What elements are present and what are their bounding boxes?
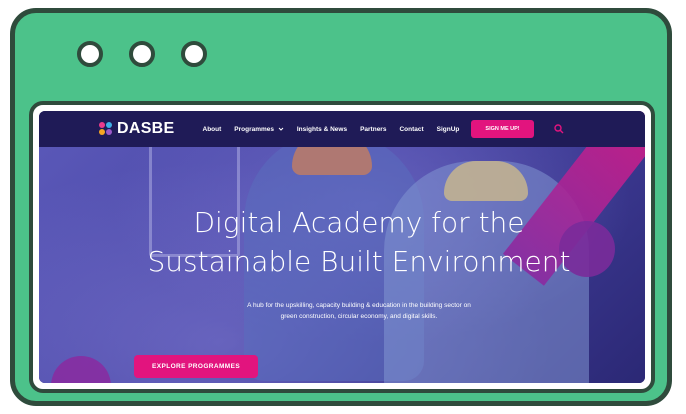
nav-menu: About Programmes Insights & News Partner…	[203, 126, 460, 133]
logo-icon	[99, 122, 113, 136]
logo-text: DASBE	[117, 120, 175, 137]
hero-subtitle: A hub for the upskilling, capacity build…	[247, 302, 471, 320]
website: DASBE About Programmes Insights & News P…	[39, 111, 645, 383]
explore-programmes-button[interactable]: EXPLORE PROGRAMMES	[134, 355, 259, 378]
sign-me-up-button[interactable]: SIGN ME UP!	[471, 120, 534, 138]
hero-title: Digital Academy for the Sustainable Buil…	[89, 203, 629, 281]
chevron-down-icon	[278, 127, 284, 131]
site-navbar: DASBE About Programmes Insights & News P…	[39, 111, 645, 147]
search-icon[interactable]	[553, 124, 564, 134]
site-logo[interactable]: DASBE	[99, 120, 175, 138]
window-dot-icon[interactable]	[77, 41, 103, 67]
hair	[444, 161, 528, 201]
nav-item-contact[interactable]: Contact	[399, 126, 423, 133]
nav-item-insights[interactable]: Insights & News	[297, 126, 347, 133]
browser-window-frame: DASBE About Programmes Insights & News P…	[10, 8, 672, 406]
window-dot-icon[interactable]	[181, 41, 207, 67]
nav-item-label: Programmes	[234, 125, 275, 133]
hero-title-line: Sustainable Built Environment	[147, 245, 571, 279]
hero-title-line: Digital Academy for the	[193, 206, 525, 239]
nav-item-programmes[interactable]: Programmes	[234, 126, 284, 133]
nav-item-partners[interactable]: Partners	[360, 126, 386, 133]
nav-item-signup[interactable]: SignUp	[437, 126, 460, 133]
nav-item-about[interactable]: About	[203, 126, 222, 133]
window-dot-icon[interactable]	[129, 41, 155, 67]
window-controls	[77, 41, 207, 67]
browser-viewport: DASBE About Programmes Insights & News P…	[29, 101, 655, 393]
